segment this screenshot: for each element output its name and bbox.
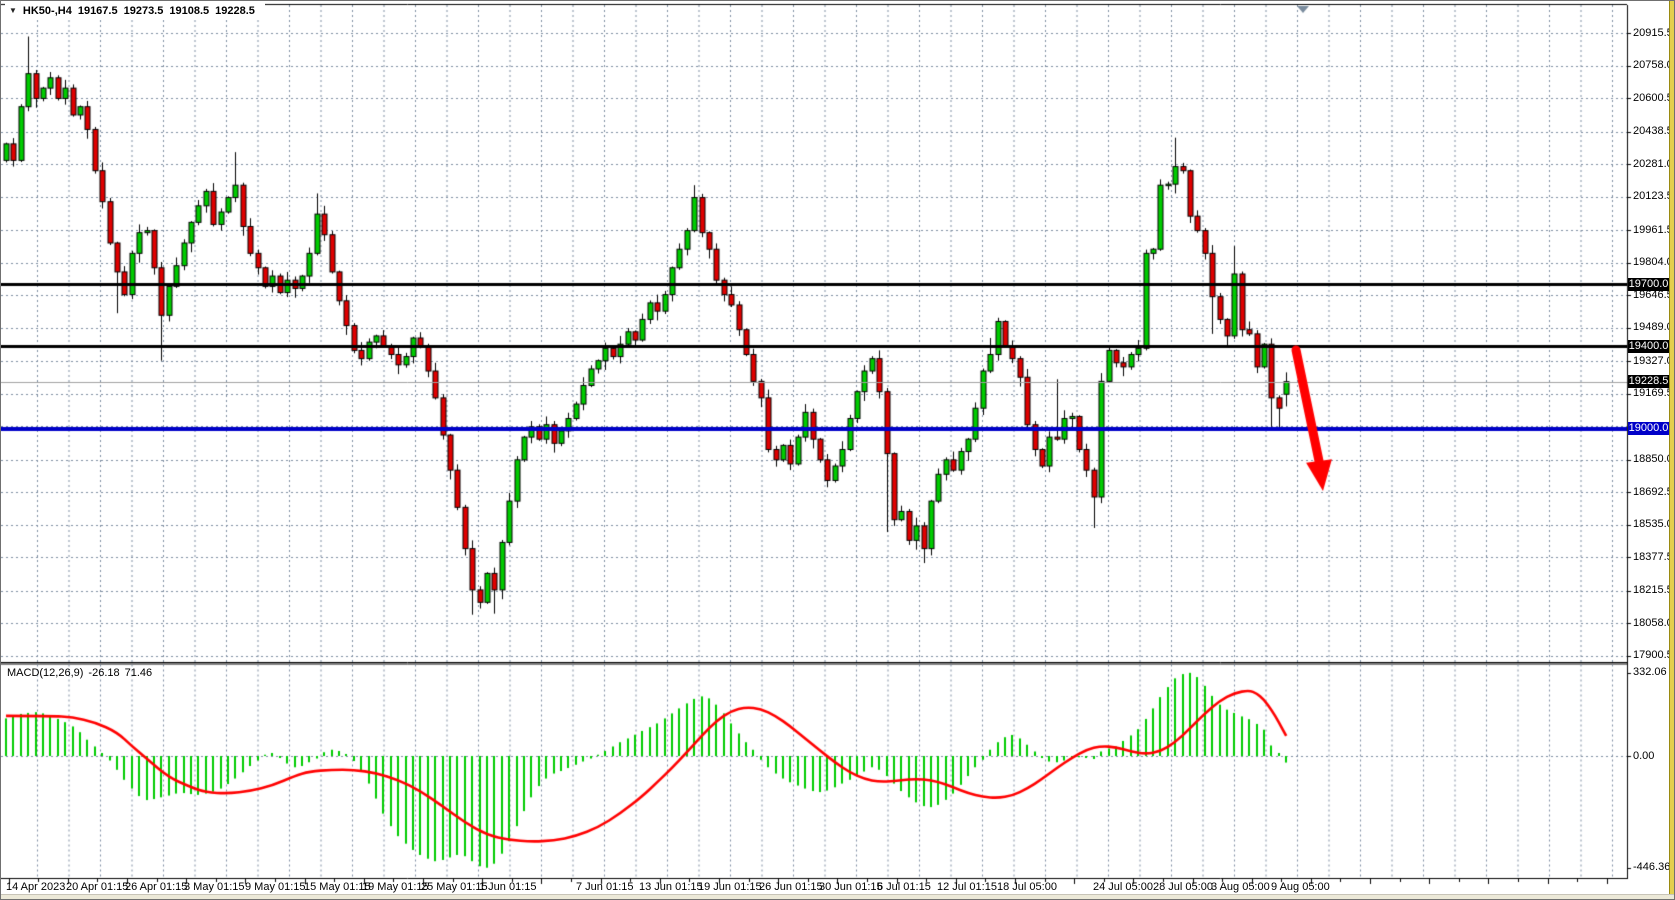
- date-axis-label: 25 May 01:15: [421, 881, 488, 893]
- price-axis-tick-label: 18058.0: [1633, 617, 1673, 630]
- chart-dropdown-icon[interactable]: ▼: [9, 6, 17, 15]
- chart-window: ▼ HK50- HK50-,H4 19167.5 19273.5 19108.5…: [0, 0, 1675, 900]
- date-axis-label: 18 Jul 05:00: [997, 881, 1057, 893]
- price-axis-tick-label: 20123.5: [1633, 190, 1673, 203]
- date-axis-label: 24 Jul 05:00: [1093, 881, 1153, 893]
- ohlc-open: 19167.5: [78, 5, 118, 17]
- ohlc-low: 19108.5: [169, 5, 209, 17]
- price-axis-tick-label: 18377.5: [1633, 551, 1673, 564]
- date-axis-label: 7 Jun 01:15: [576, 881, 634, 893]
- price-axis-tick-label: 18692.5: [1633, 486, 1673, 499]
- price-axis-tick-label: 20915.5: [1633, 27, 1673, 40]
- price-level-label: 19700.0: [1628, 278, 1669, 291]
- right-edge-scrollbar[interactable]: [1669, 1, 1675, 894]
- macd-axis-tick-label: 0.00: [1633, 750, 1654, 762]
- price-axis-tick-label: 18535.0: [1633, 518, 1673, 531]
- price-level-label: 19400.0: [1628, 340, 1669, 353]
- date-axis-label: 3 Aug 05:00: [1211, 881, 1270, 893]
- price-level-label: 19228.5: [1628, 375, 1669, 388]
- date-axis-label: 9 Aug 05:00: [1271, 881, 1330, 893]
- ohlc-close: 19228.5: [215, 5, 255, 17]
- date-axis-label: 15 May 01:15: [304, 881, 371, 893]
- price-level-label: 19000.0: [1628, 422, 1669, 435]
- date-axis-label: 20 Apr 01:15: [66, 881, 128, 893]
- date-axis-label: 26 Apr 01:15: [125, 881, 187, 893]
- date-axis-label: 1 Jun 01:15: [479, 881, 537, 893]
- macd-signal-value: 71.46: [125, 667, 153, 679]
- chart-canvas[interactable]: [1, 1, 1675, 900]
- price-axis-tick-label: 20281.0: [1633, 158, 1673, 171]
- price-axis-tick-label: 19169.5: [1633, 387, 1673, 400]
- date-axis-label: 6 Jul 01:15: [877, 881, 931, 893]
- macd-indicator-label: MACD(12,26,9) -26.18 71.46: [7, 667, 152, 679]
- date-axis-label: 19 May 01:15: [362, 881, 429, 893]
- date-axis-label: 30 Jun 01:15: [819, 881, 883, 893]
- price-axis-tick-label: 17900.5: [1633, 649, 1673, 662]
- macd-value: -26.18: [88, 667, 119, 679]
- date-axis-label: 28 Jul 05:00: [1153, 881, 1213, 893]
- price-axis-tick-label: 18215.5: [1633, 584, 1673, 597]
- price-axis-tick-label: 19961.5: [1633, 224, 1673, 237]
- date-axis-label: 19 Jun 01:15: [698, 881, 762, 893]
- date-axis-label: 12 Jul 01:15: [937, 881, 997, 893]
- macd-axis-tick-label: 332.06: [1633, 666, 1667, 678]
- price-axis-tick-label: 20758.0: [1633, 59, 1673, 72]
- macd-name: MACD(12,26,9): [7, 667, 83, 679]
- price-axis-tick-label: 18850.0: [1633, 453, 1673, 466]
- ohlc-high: 19273.5: [124, 5, 164, 17]
- price-axis-tick-label: 20438.5: [1633, 125, 1673, 138]
- date-axis-label: 14 Apr 2023: [6, 881, 65, 893]
- bottom-status-strip: [1, 894, 1675, 900]
- price-axis-tick-label: 19804.0: [1633, 256, 1673, 269]
- price-axis-tick-label: 20600.5: [1633, 92, 1673, 105]
- macd-axis-tick-label: -446.36: [1633, 861, 1670, 873]
- date-axis-label: 26 Jun 01:15: [759, 881, 823, 893]
- chart-title-symbol: HK50-,H4: [23, 5, 72, 17]
- date-axis-label: 3 May 01:15: [184, 881, 245, 893]
- chart-title-bar[interactable]: ▼ HK50- HK50-,H4 19167.5 19273.5 19108.5…: [5, 2, 265, 20]
- date-axis-label: 13 Jun 01:15: [639, 881, 703, 893]
- price-axis-tick-label: 19489.0: [1633, 321, 1673, 334]
- date-axis-label: 9 May 01:15: [245, 881, 306, 893]
- price-axis-tick-label: 19327.0: [1633, 355, 1673, 368]
